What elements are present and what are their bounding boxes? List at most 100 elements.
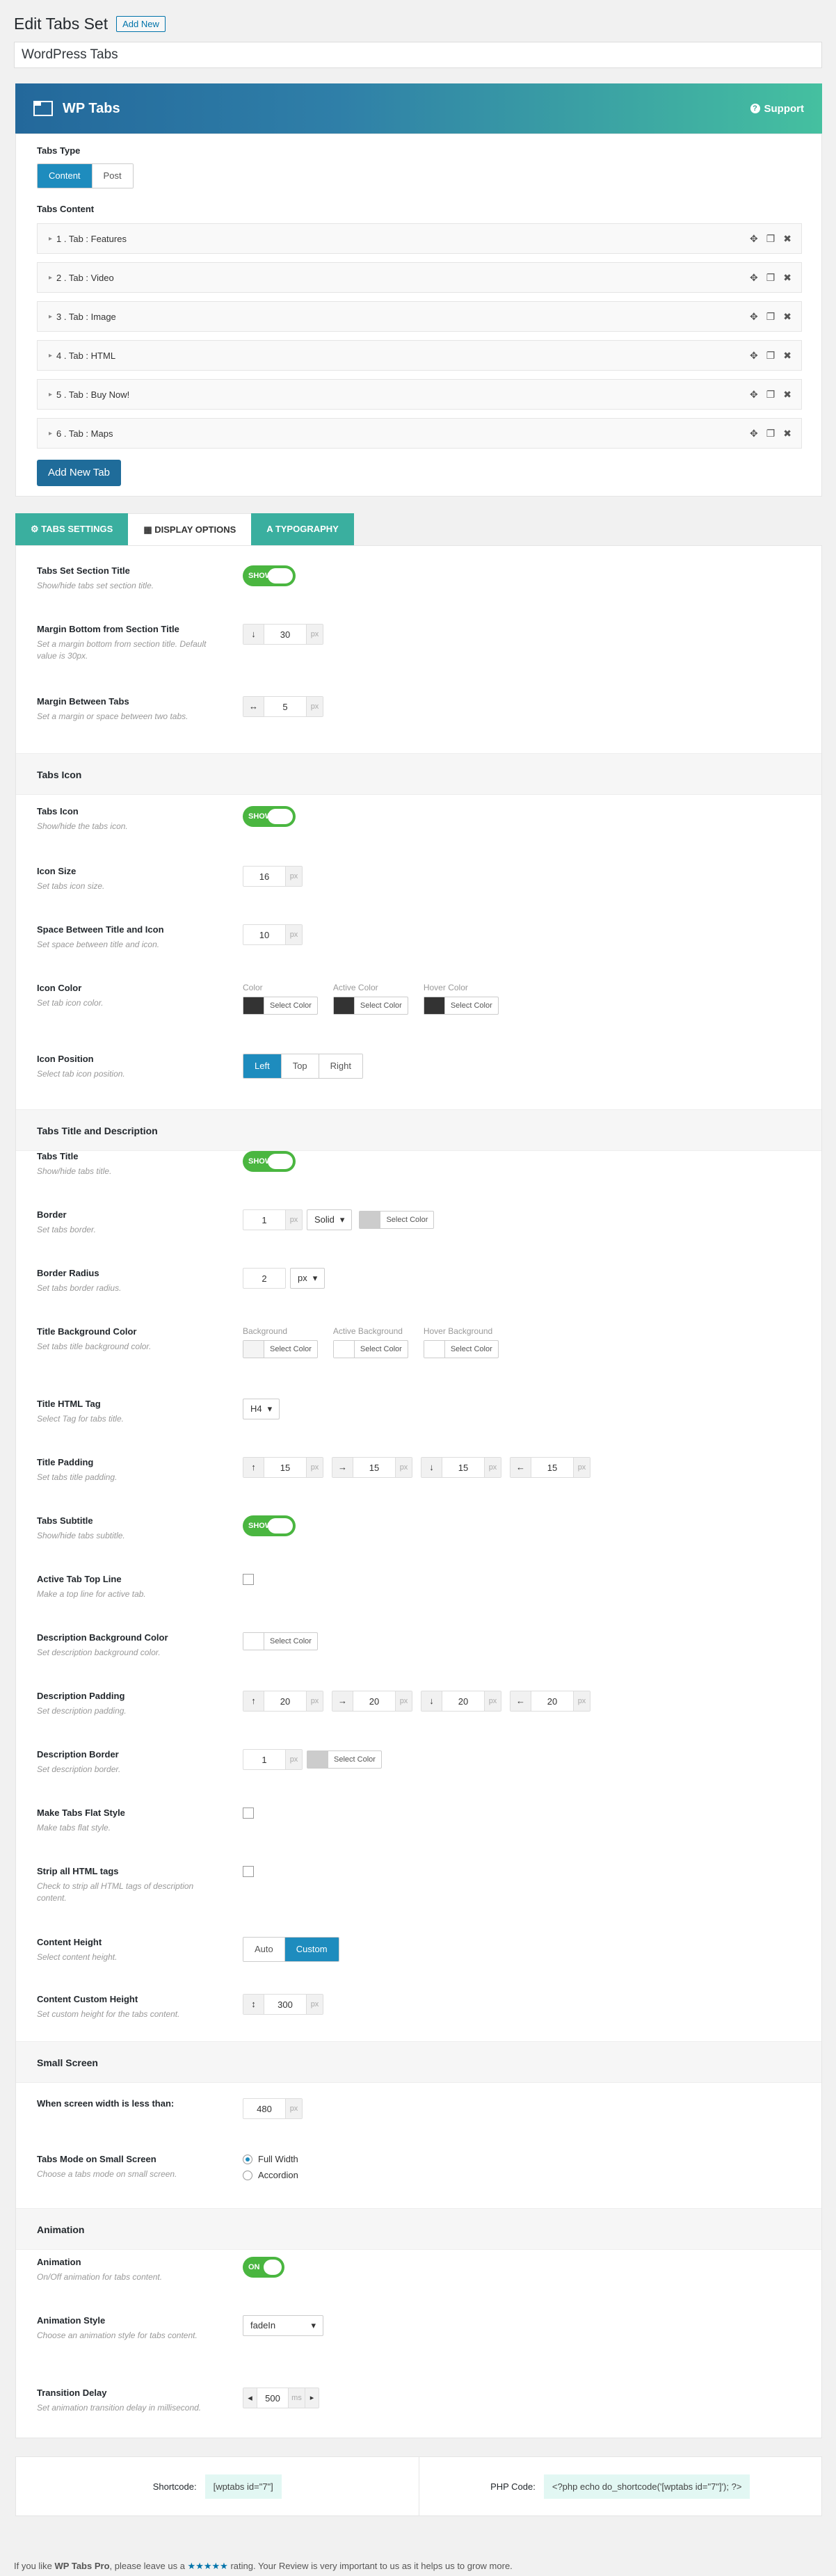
padding-left-input[interactable]: ← 20 px — [510, 1691, 590, 1712]
shortcode-value[interactable]: [wptabs id="7"] — [204, 2474, 282, 2499]
duplicate-icon[interactable]: ❐ — [766, 272, 775, 284]
chevron-right-icon[interactable]: ▸ — [49, 352, 52, 360]
move-icon[interactable]: ✥ — [750, 233, 758, 245]
tab-tabs-settings[interactable]: ⚙ TABS SETTINGS — [15, 513, 129, 545]
unit-select[interactable]: px ▾ — [290, 1268, 325, 1289]
chevron-right-icon[interactable]: ▸ — [49, 274, 52, 282]
color-picker[interactable]: Select Color — [332, 997, 408, 1015]
transition-delay-input[interactable]: ◂ 500 ms ▸ — [243, 2388, 319, 2408]
option-desc-border: Description Border Set description borde… — [37, 1749, 802, 1776]
color-picker[interactable]: Select Color — [359, 1211, 435, 1229]
decrement-icon[interactable]: ◂ — [243, 2388, 257, 2408]
color-picker[interactable]: Select Color — [307, 1750, 382, 1769]
html-tag-select[interactable]: H4 ▾ — [243, 1399, 280, 1419]
tab-item[interactable]: ▸ 1 . Tab : Features ✥ ❐ ✖ — [37, 223, 802, 254]
show-toggle[interactable]: SHOW — [243, 565, 296, 586]
border-radius-input[interactable]: 2 — [243, 1268, 286, 1289]
tab-item[interactable]: ▸ 3 . Tab : Image ✥ ❐ ✖ — [37, 301, 802, 332]
screen-width-input[interactable]: 480 px — [243, 2098, 303, 2119]
radio-accordion[interactable]: Accordion — [243, 2170, 298, 2180]
show-toggle[interactable]: SHOW — [243, 1515, 296, 1536]
strip-html-checkbox[interactable] — [243, 1866, 254, 1877]
chevron-right-icon[interactable]: ▸ — [49, 430, 52, 437]
height-auto[interactable]: Auto — [243, 1938, 285, 1961]
radio-full-width[interactable]: Full Width — [243, 2154, 298, 2164]
add-new-tab-button[interactable]: Add New Tab — [37, 460, 121, 486]
tab-item[interactable]: ▸ 2 . Tab : Video ✥ ❐ ✖ — [37, 262, 802, 293]
duplicate-icon[interactable]: ❐ — [766, 389, 775, 401]
tabs-type-post[interactable]: Post — [92, 164, 133, 188]
font-icon: A — [266, 524, 275, 534]
color-picker[interactable]: Select Color — [243, 1632, 318, 1650]
option-desc: Show/hide tabs title. — [37, 1166, 112, 1176]
animation-toggle[interactable]: ON — [243, 2257, 284, 2278]
remove-icon[interactable]: ✖ — [783, 389, 791, 401]
php-code-value[interactable]: <?php echo do_shortcode('[wptabs id="7"]… — [543, 2474, 750, 2499]
icon-space-input[interactable]: 10 px — [243, 924, 303, 945]
padding-left-input[interactable]: ← 15 px — [510, 1457, 590, 1478]
move-icon[interactable]: ✥ — [750, 311, 758, 323]
move-icon[interactable]: ✥ — [750, 389, 758, 401]
desc-border-input[interactable]: 1 px — [243, 1749, 303, 1770]
padding-top-input[interactable]: ↑ 15 px — [243, 1457, 323, 1478]
tabs-type-content[interactable]: Content — [38, 164, 93, 188]
color-picker[interactable]: Select Color — [243, 1340, 318, 1358]
custom-height-input[interactable]: ↕ 300 px — [243, 1994, 323, 2015]
position-left[interactable]: Left — [243, 1054, 282, 1078]
height-custom[interactable]: Custom — [284, 1938, 339, 1961]
tab-item[interactable]: ▸ 5 . Tab : Buy Now! ✥ ❐ ✖ — [37, 379, 802, 410]
border-width-input[interactable]: 1 px — [243, 1209, 303, 1230]
support-link[interactable]: ? Support — [750, 103, 804, 115]
duplicate-icon[interactable]: ❐ — [766, 428, 775, 440]
padding-right-input[interactable]: → 20 px — [332, 1691, 412, 1712]
title-input[interactable]: WordPress Tabs — [14, 42, 822, 68]
tab-typography[interactable]: A TYPOGRAPHY — [251, 513, 354, 545]
padding-bottom-input[interactable]: ↓ 20 px — [421, 1691, 501, 1712]
color-picker[interactable]: Select Color — [332, 1340, 408, 1358]
show-toggle[interactable]: SHOW — [243, 1151, 296, 1172]
tab-display-options[interactable]: ▦ DISPLAY OPTIONS — [128, 513, 252, 545]
rating-link[interactable]: ★★★★★ — [188, 2561, 228, 2571]
top-line-checkbox[interactable] — [243, 1574, 254, 1585]
option-top-line: Active Tab Top Line Make a top line for … — [37, 1574, 802, 1600]
unit-label: px — [285, 1750, 302, 1769]
remove-icon[interactable]: ✖ — [783, 311, 791, 323]
color-label: Color — [243, 983, 263, 992]
duplicate-icon[interactable]: ❐ — [766, 311, 775, 323]
position-right[interactable]: Right — [319, 1054, 363, 1078]
move-icon[interactable]: ✥ — [750, 428, 758, 440]
icon-size-input[interactable]: 16 px — [243, 866, 303, 887]
border-style-select[interactable]: Solid ▾ — [307, 1209, 353, 1230]
remove-icon[interactable]: ✖ — [783, 272, 791, 284]
color-picker[interactable]: Select Color — [423, 1340, 499, 1358]
show-toggle[interactable]: SHOW — [243, 806, 296, 827]
remove-icon[interactable]: ✖ — [783, 233, 791, 245]
chevron-right-icon[interactable]: ▸ — [49, 313, 52, 321]
increment-icon[interactable]: ▸ — [305, 2388, 319, 2408]
flat-style-checkbox[interactable] — [243, 1808, 254, 1819]
padding-bottom-input[interactable]: ↓ 15 px — [421, 1457, 501, 1478]
move-icon[interactable]: ✥ — [750, 350, 758, 362]
chevron-right-icon[interactable]: ▸ — [49, 235, 52, 243]
add-new-button[interactable]: Add New — [116, 15, 166, 32]
color-picker[interactable]: Select Color — [423, 997, 499, 1015]
duplicate-icon[interactable]: ❐ — [766, 233, 775, 245]
move-icon[interactable]: ✥ — [750, 272, 758, 284]
remove-icon[interactable]: ✖ — [783, 428, 791, 440]
margin-between-input[interactable]: ↔ 5 px — [243, 696, 323, 717]
option-title: Active Tab Top Line — [37, 1574, 122, 1584]
chevron-right-icon[interactable]: ▸ — [49, 391, 52, 399]
tab-item[interactable]: ▸ 4 . Tab : HTML ✥ ❐ ✖ — [37, 340, 802, 371]
position-top[interactable]: Top — [281, 1054, 319, 1078]
tab-label: TYPOGRAPHY — [275, 524, 339, 534]
unit-label: px — [395, 1691, 412, 1711]
animation-style-select[interactable]: fadeIn ▾ — [243, 2315, 323, 2336]
padding-right-input[interactable]: → 15 px — [332, 1457, 412, 1478]
option-desc: Set description border. — [37, 1764, 121, 1774]
tab-item[interactable]: ▸ 6 . Tab : Maps ✥ ❐ ✖ — [37, 418, 802, 449]
padding-top-input[interactable]: ↑ 20 px — [243, 1691, 323, 1712]
duplicate-icon[interactable]: ❐ — [766, 350, 775, 362]
remove-icon[interactable]: ✖ — [783, 350, 791, 362]
margin-bottom-input[interactable]: ↓ 30 px — [243, 624, 323, 645]
color-picker[interactable]: Select Color — [243, 997, 318, 1015]
